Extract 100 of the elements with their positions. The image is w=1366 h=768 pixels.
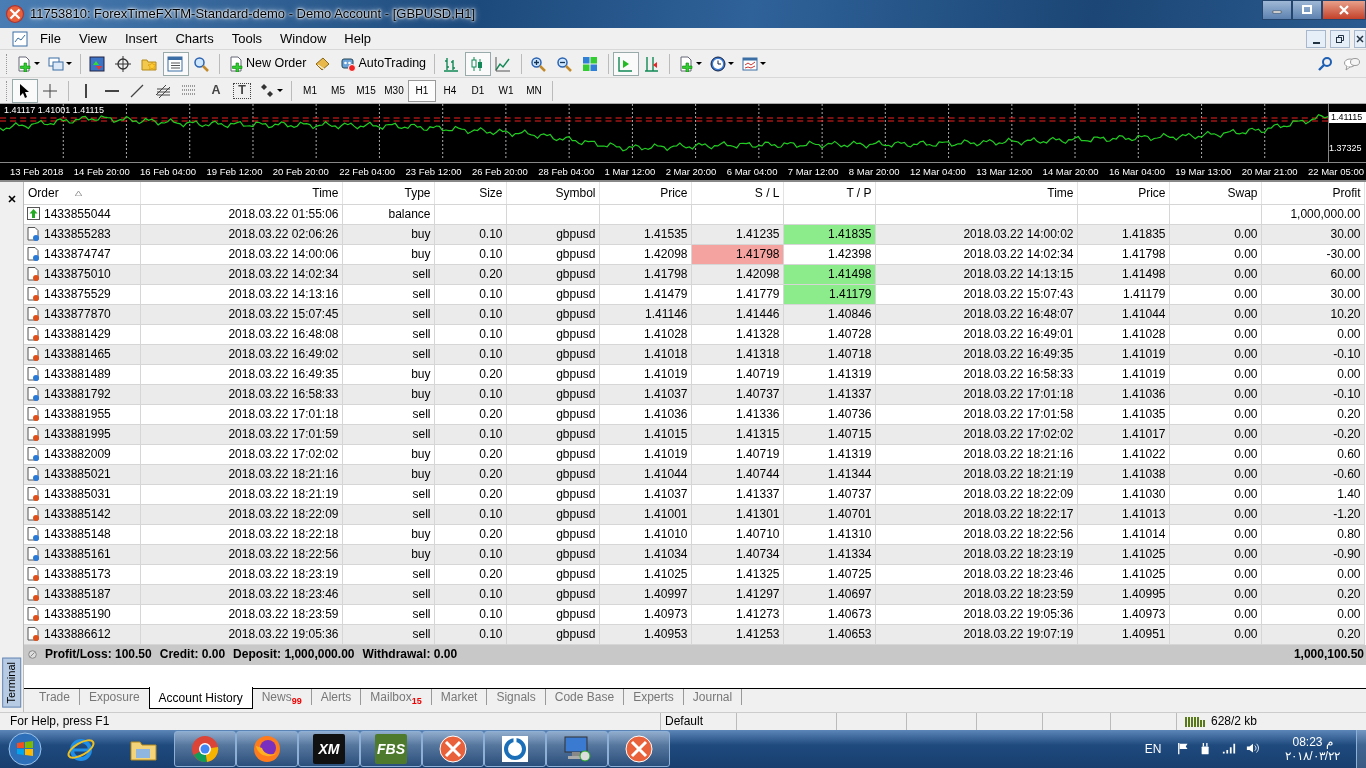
document-icon — [27, 327, 40, 341]
candlestick-button[interactable] — [465, 51, 492, 76]
taskbar-button[interactable] — [484, 731, 546, 767]
column-header[interactable]: Price — [1077, 182, 1169, 204]
cursor-button[interactable] — [12, 78, 38, 103]
column-header[interactable]: T / P — [783, 182, 875, 204]
column-header[interactable]: Order — [24, 182, 140, 204]
close-button[interactable] — [1354, 29, 1366, 48]
language-indicator[interactable]: EN — [1144, 741, 1162, 757]
zoom-in-icon — [530, 55, 547, 72]
menu-item[interactable]: Charts — [166, 28, 223, 49]
time-label: 1 Mar 12:00 — [604, 165, 656, 178]
taskbar-button[interactable] — [422, 731, 484, 767]
shift-chart-icon — [643, 55, 660, 72]
column-header[interactable]: Symbol — [506, 182, 599, 204]
taskbar-button[interactable] — [174, 731, 236, 767]
auto-scroll-button[interactable] — [613, 51, 640, 76]
close-icon — [7, 194, 16, 203]
timeframe-button[interactable]: W1 — [492, 79, 520, 102]
restore-button[interactable] — [1330, 29, 1350, 48]
table-cell: buy — [342, 524, 434, 544]
table-cell: 2018.03.22 18:23:59 — [140, 604, 342, 624]
tab[interactable]: Mailbox$_{15}$ — [360, 689, 431, 705]
app-logo-icon — [6, 5, 24, 23]
timeframe-button[interactable]: M1 — [296, 79, 324, 102]
tab[interactable]: Exposure — [78, 689, 149, 705]
table-cell: 2018.03.22 14:13:16 — [140, 284, 342, 304]
tab[interactable]: Alerts — [310, 689, 361, 705]
table-cell: 0.00 — [1169, 324, 1261, 344]
x-circle-icon — [624, 734, 654, 764]
document-icon — [27, 387, 40, 401]
unread-count: 99 — [291, 696, 302, 706]
menu-item[interactable]: Insert — [115, 28, 167, 49]
table-cell: 2018.03.22 16:49:35 — [140, 364, 342, 384]
terminal-button[interactable] — [163, 51, 189, 76]
tab[interactable]: Trade — [30, 689, 79, 705]
minimize-button[interactable] — [1262, 0, 1292, 20]
order-number: 1433881429 — [44, 326, 111, 342]
app-logo: FBS — [375, 734, 407, 764]
menu-item[interactable]: File — [31, 28, 70, 49]
text-tool-button[interactable]: T — [229, 78, 255, 103]
start-button[interactable] — [8, 732, 42, 766]
timeframe-button[interactable]: MN — [520, 79, 548, 102]
show-desktop-button[interactable] — [1356, 730, 1366, 768]
clock-time[interactable]: 08:23 م — [1292, 734, 1333, 749]
timeframe-button[interactable]: H1 — [408, 79, 436, 102]
taskbar-button[interactable] — [608, 731, 670, 767]
taskbar-button[interactable]: FBS — [360, 731, 422, 767]
timeframe-button[interactable]: M15 — [352, 79, 380, 102]
taskbar-button[interactable] — [236, 731, 298, 767]
table-cell: 0.00 — [1169, 444, 1261, 464]
menu-item[interactable]: Window — [271, 28, 336, 49]
table-cell: 1.40973 — [1077, 604, 1169, 624]
tab[interactable]: Signals — [486, 689, 545, 705]
order-number: 1433855044 — [44, 206, 111, 222]
timeframe-button[interactable]: H4 — [436, 79, 464, 102]
menu-item[interactable]: Tools — [222, 28, 272, 49]
column-header[interactable]: S / L — [691, 182, 783, 204]
table-cell: sell — [342, 404, 434, 424]
column-header[interactable]: Profit — [1261, 182, 1364, 204]
clock-date[interactable]: ٢٠١٨/٠٣/٢٢ — [1285, 749, 1340, 764]
maximize-button[interactable] — [1292, 0, 1322, 20]
caret-icon — [34, 62, 40, 65]
browser-icon — [252, 734, 282, 764]
timeframe-button[interactable]: M30 — [380, 79, 408, 102]
taskbar-button[interactable]: XM — [298, 731, 360, 767]
column-header[interactable]: Time — [875, 182, 1077, 204]
line-chart-icon — [495, 55, 512, 72]
column-header[interactable]: Time — [140, 182, 342, 204]
table-cell: 0.00 — [1169, 564, 1261, 584]
text-tool-button[interactable]: A — [203, 78, 229, 103]
table-cell: 1.41319 — [783, 364, 875, 384]
autotrading-button[interactable]: AutoTrading — [336, 51, 431, 76]
table-cell: 1.41022 — [1077, 444, 1169, 464]
column-header[interactable]: Swap — [1169, 182, 1261, 204]
tab[interactable]: Market — [430, 689, 487, 705]
menu-item[interactable]: View — [69, 28, 116, 49]
table-cell: sell — [342, 284, 434, 304]
document-icon — [27, 307, 40, 321]
new-order-button[interactable]: New Order — [224, 51, 311, 76]
tab[interactable]: News$_{99}$ — [252, 689, 311, 705]
table-cell: 0.00 — [1169, 484, 1261, 504]
close-icon — [1339, 5, 1349, 15]
table-cell: -30.00 — [1261, 244, 1364, 264]
minimize-button[interactable] — [1306, 29, 1326, 48]
close-button[interactable] — [1322, 0, 1366, 20]
tab[interactable]: Experts — [623, 689, 683, 705]
timeframe-button[interactable]: M5 — [324, 79, 352, 102]
taskbar-button[interactable] — [546, 731, 608, 767]
table-cell: 1.40736 — [783, 404, 875, 424]
bar-chart-icon — [443, 55, 460, 72]
tab[interactable]: Account History — [148, 687, 253, 709]
menu-item[interactable]: Help — [335, 28, 381, 49]
table-cell: 2018.03.22 18:21:19 — [140, 484, 342, 504]
column-header[interactable]: Price — [599, 182, 691, 204]
timeframe-button[interactable]: D1 — [464, 79, 492, 102]
tab[interactable]: Code Base — [544, 689, 624, 705]
vertical-line-icon — [85, 83, 87, 98]
column-header[interactable]: Size — [434, 182, 506, 204]
column-header[interactable]: Type — [342, 182, 434, 204]
